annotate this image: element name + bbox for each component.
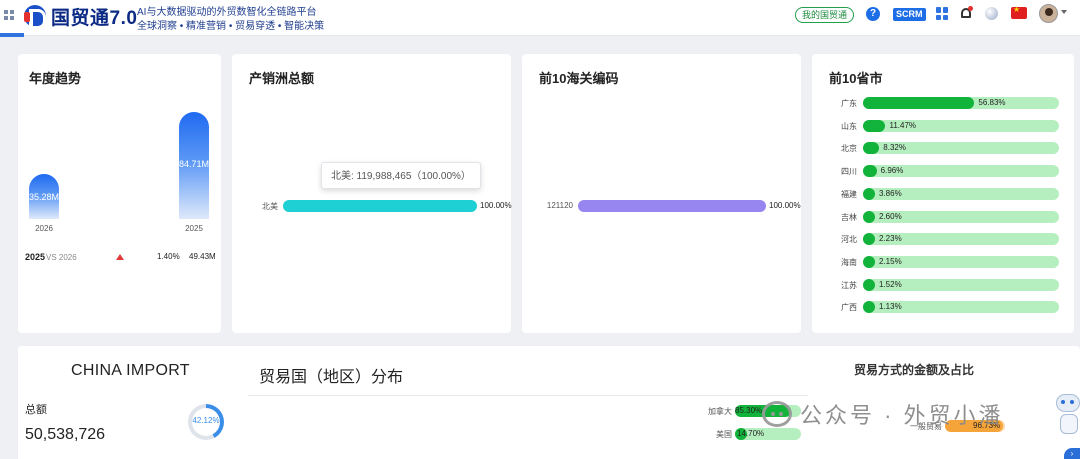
province-bar-fill (863, 301, 875, 314)
china-import-title: CHINA IMPORT (71, 362, 190, 379)
wechat-watermark: 公众号 · 外贸小潘 (762, 395, 1004, 433)
province-bar-fill (863, 187, 875, 200)
hscode-card: 前10海关编码 121120 100.00% (522, 54, 801, 333)
wechat-icon (762, 401, 792, 427)
province-name: 河北 (841, 235, 857, 245)
continent-bar[interactable] (283, 200, 477, 212)
trend-card: 年度趋势 35.28M 2026 84.71M 2025 2025 VS 202… (18, 54, 221, 333)
hscode-title: 前10海关编码 (539, 71, 619, 86)
flag-cn-icon[interactable] (1011, 5, 1027, 19)
bell-icon[interactable] (960, 6, 973, 20)
province-name: 海南 (841, 257, 857, 267)
trade-country-value-canada: 85.30% (735, 406, 763, 415)
compare-year: 2025 (25, 252, 46, 262)
province-row[interactable]: 广东 56.83% (829, 97, 1069, 110)
province-row[interactable]: 广西 1.13% (829, 301, 1069, 314)
trend-up-icon (116, 254, 124, 260)
continent-category-label: 北美 (262, 202, 278, 211)
change-percent: 1.40% (157, 252, 180, 261)
globe-icon[interactable] (985, 7, 998, 20)
logo-accent (24, 12, 30, 22)
trade-country-label-usa: 美国 (716, 430, 732, 439)
province-bar-fill (863, 210, 875, 223)
compare-vs: VS 2026 (46, 253, 77, 262)
province-bar-fill (863, 255, 875, 268)
provinces-card: 前10省市 广东 56.83% 山东 11.47% 北京 8.32% 四川 6.96% 福建 3.… (812, 54, 1074, 333)
province-value: 2.60% (879, 211, 902, 221)
province-value: 1.13% (879, 302, 902, 312)
province-value: 11.47% (889, 120, 917, 130)
avatar[interactable] (1039, 4, 1058, 23)
tagline-primary: AI与大数据驱动的外贸数智化全链路平台 (137, 7, 317, 18)
province-value: 6.96% (880, 166, 904, 176)
chevron-right-icon[interactable]: › (1064, 448, 1080, 459)
share-donut-label: 42.12% (192, 416, 220, 425)
province-row[interactable]: 江苏 1.52% (829, 278, 1069, 292)
trade-mode-title: 贸易方式的金额及占比 (854, 363, 975, 377)
active-indicator (0, 33, 24, 37)
total-value: 50,538,726 (25, 426, 106, 443)
notification-dot (968, 6, 973, 11)
trend-bar-label-2025: 84.71M (178, 159, 210, 169)
change-value: 49.43M (189, 252, 216, 261)
province-row[interactable]: 河北 2.23% (829, 233, 1069, 246)
trend-title: 年度趋势 (29, 71, 82, 86)
province-row[interactable]: 北京 8.32% (829, 142, 1069, 155)
province-row[interactable]: 吉林 2.60% (829, 210, 1069, 224)
trade-country-title: 贸易国（地区）分布 (259, 369, 404, 386)
province-bar-track (863, 97, 1059, 109)
total-label: 总额 (25, 404, 47, 416)
provinces-title: 前10省市 (829, 71, 883, 86)
my-guomaotong-button[interactable]: 我的国贸通 (795, 7, 855, 23)
hscode-bar-value: 100.00% (769, 201, 801, 210)
province-name: 山东 (841, 121, 857, 131)
watermark-text: 公众号 · 外贸小潘 (800, 403, 1004, 428)
province-value: 1.52% (879, 279, 902, 289)
province-row[interactable]: 福建 3.86% (829, 187, 1069, 201)
tagline-secondary: 全球洞察 • 精准营销 • 贸易穿透 • 智能决策 (137, 21, 325, 32)
continent-title: 产销洲总额 (249, 71, 315, 86)
province-row[interactable]: 四川 6.96% (829, 165, 1069, 178)
province-value: 2.23% (879, 234, 902, 244)
province-value: 3.86% (879, 188, 902, 198)
province-name: 广西 (841, 303, 857, 313)
province-value: 2.15% (879, 256, 902, 266)
trend-bar-label-2026: 35.28M (28, 192, 60, 202)
apps-icon[interactable] (936, 7, 949, 20)
menu-grid-icon[interactable] (4, 10, 14, 20)
trade-country-label-canada: 加拿大 (708, 407, 732, 416)
brand-name[interactable]: 国贸通7.0 (51, 3, 137, 30)
province-name: 北京 (841, 144, 857, 154)
provinces-list: 广东 56.83% 山东 11.47% 北京 8.32% 四川 6.96% 福建 3.86% 吉林 2… (829, 97, 1069, 327)
province-bar-fill (863, 165, 877, 178)
hscode-category-label: 121120 (546, 201, 573, 210)
scrm-button[interactable]: SCRM (893, 8, 926, 21)
province-name: 四川 (841, 167, 857, 177)
section-divider (248, 395, 808, 396)
continent-card: 产销洲总额 北美: 119,988,465（100.00%） 北美 100.00… (232, 54, 512, 333)
province-bar-fill (863, 119, 886, 132)
province-row[interactable]: 山东 11.47% (829, 119, 1069, 133)
trade-country-value-usa: 14.70% (737, 429, 765, 438)
province-name: 吉林 (841, 212, 857, 222)
province-bar-fill (863, 142, 880, 155)
trend-year-2026: 2026 (35, 224, 53, 233)
province-bar-fill (863, 97, 975, 109)
province-name: 福建 (841, 189, 857, 199)
province-bar-fill (863, 278, 875, 291)
assistant-robot-icon[interactable] (1056, 390, 1080, 438)
province-row[interactable]: 海南 2.15% (829, 255, 1069, 269)
continent-tooltip: 北美: 119,988,465（100.00%） (321, 162, 481, 189)
province-value: 8.32% (883, 143, 906, 153)
top-header: 国贸通7.0 AI与大数据驱动的外贸数智化全链路平台 全球洞察 • 精准营销 •… (0, 0, 1080, 37)
hscode-bar[interactable] (578, 200, 766, 212)
province-name: 江苏 (841, 280, 857, 290)
chevron-down-icon[interactable] (1061, 10, 1067, 14)
continent-bar-value: 100.00% (480, 201, 512, 210)
trend-year-2025: 2025 (185, 224, 203, 233)
province-name: 广东 (841, 99, 857, 108)
help-icon[interactable]: ? (866, 7, 880, 21)
province-bar-fill (863, 233, 875, 246)
province-value: 56.83% (978, 98, 1006, 107)
